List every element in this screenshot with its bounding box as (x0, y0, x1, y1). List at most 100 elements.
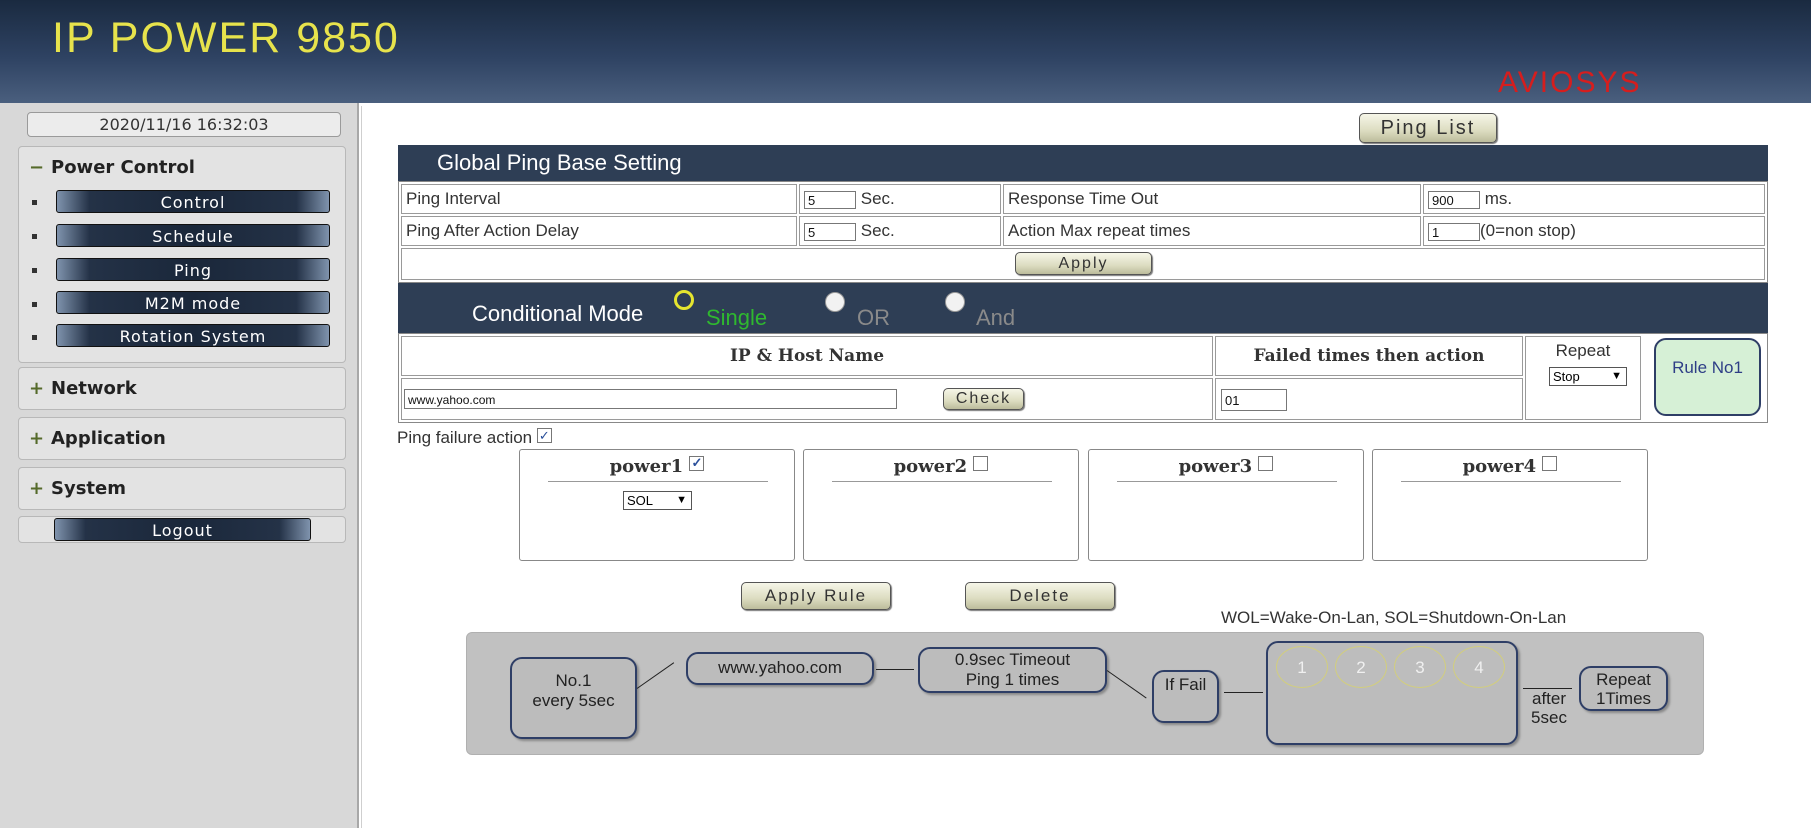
power3-title: power3 (1089, 456, 1363, 477)
diagram-rule-node: No.1 every 5sec (510, 657, 637, 739)
diagram-timeout-line2: Ping 1 times (965, 670, 1060, 689)
outlet-1-icon: 1 (1276, 646, 1328, 688)
max-repeat-input[interactable]: 1 (1428, 222, 1480, 241)
power2-checkbox[interactable] (973, 456, 989, 471)
conditional-mode-bar: Conditional Mode Single OR And (398, 283, 1768, 334)
ping-interval-cell: 5 Sec. (799, 184, 1001, 214)
radio-single[interactable] (674, 290, 694, 310)
diagram-repeat-line1: Repeat (1596, 670, 1651, 689)
ping-list-button[interactable]: Ping List (1359, 113, 1497, 143)
repeat-select-value: Stop (1553, 369, 1580, 384)
power2-title: power2 (804, 456, 1078, 477)
diagram-if-fail-node: If Fail (1152, 670, 1219, 723)
power1-box: power1 ✓ SOL ▼ (519, 449, 795, 561)
sidebar-item-rotation-system[interactable]: Rotation System (56, 324, 330, 347)
sidebar-item-control[interactable]: Control (56, 190, 330, 213)
power4-label: power4 (1462, 456, 1537, 477)
ping-failure-label-text: Ping failure action (397, 428, 533, 447)
repeat-header: Repeat (1555, 341, 1611, 360)
bullet-icon (32, 268, 37, 273)
global-settings-title: Global Ping Base Setting (398, 145, 1768, 181)
power1-title: power1 ✓ (520, 456, 794, 477)
radio-and-label: And (976, 305, 1016, 330)
diagram-rule-line1: No.1 (555, 671, 592, 690)
menu-header-application[interactable]: + Application (29, 428, 166, 449)
response-timeout-unit: ms. (1484, 189, 1513, 208)
menu-header-label: Power Control (51, 157, 195, 178)
diagram-after-label: after 5sec (1529, 689, 1569, 727)
wol-sol-legend: WOL=Wake-On-Lan, SOL=Shutdown-On-Lan (1221, 608, 1567, 627)
diagram-after-line2: 5sec (1531, 708, 1567, 727)
menu-header-label: Network (51, 378, 137, 399)
menu-header-label: System (51, 478, 126, 499)
logout-button[interactable]: Logout (54, 518, 311, 541)
power4-box: power4 (1372, 449, 1648, 561)
radio-or[interactable] (825, 292, 845, 312)
rule-no-badge[interactable]: Rule No1 (1654, 338, 1761, 416)
menu-group-application[interactable]: + Application (18, 417, 346, 460)
radio-or-label: OR (857, 305, 890, 330)
bullet-icon (32, 335, 37, 340)
chevron-down-icon: ▼ (676, 494, 687, 506)
apply-rule-button[interactable]: Apply Rule (741, 582, 891, 610)
power4-checkbox[interactable] (1542, 456, 1558, 471)
power1-action-value: SOL (627, 493, 654, 508)
chevron-down-icon: ▼ (1611, 370, 1622, 382)
expand-icon: + (29, 428, 45, 449)
ping-interval-input[interactable]: 5 (804, 190, 856, 209)
diagram-repeat-line2: 1Times (1595, 689, 1652, 708)
menu-header-system[interactable]: + System (29, 478, 126, 499)
menu-header-power-control[interactable]: − Power Control (29, 157, 195, 178)
conditional-mode-title: Conditional Mode (472, 301, 644, 326)
sidebar-item-ping[interactable]: Ping (56, 258, 330, 281)
max-repeat-cell: 1 (0=non stop) (1423, 216, 1765, 246)
sidebar-item-schedule[interactable]: Schedule (56, 224, 330, 247)
menu-group-system[interactable]: + System (18, 467, 346, 510)
response-timeout-label: Response Time Out (1003, 184, 1421, 214)
after-action-delay-input[interactable]: 5 (804, 222, 856, 241)
app-title: IP POWER 9850 (52, 14, 400, 62)
menu-header-label: Application (51, 428, 166, 449)
power2-box: power2 (803, 449, 1079, 561)
delete-button[interactable]: Delete (965, 582, 1115, 610)
menu-header-network[interactable]: + Network (29, 378, 137, 399)
diagram-repeat-node: Repeat 1Times (1579, 666, 1668, 711)
ping-failure-checkbox[interactable]: ✓ (536, 428, 552, 443)
outlet-4-icon: 4 (1453, 646, 1505, 688)
bullet-icon (32, 200, 37, 205)
connector-line (876, 669, 914, 670)
apply-button[interactable]: Apply (1015, 252, 1152, 275)
power4-title: power4 (1373, 456, 1647, 477)
bullet-icon (32, 302, 37, 307)
power1-action-select[interactable]: SOL ▼ (623, 491, 692, 510)
after-action-delay-cell: 5 Sec. (799, 216, 1001, 246)
after-action-delay-label: Ping After Action Delay (401, 216, 797, 246)
power3-checkbox[interactable] (1258, 456, 1274, 471)
menu-group-network[interactable]: + Network (18, 367, 346, 410)
radio-and[interactable] (945, 292, 965, 312)
sidebar-item-m2m-mode[interactable]: M2M mode (56, 291, 330, 314)
power3-label: power3 (1178, 456, 1253, 477)
response-timeout-input[interactable]: 900 (1428, 190, 1480, 209)
failed-times-input[interactable]: 01 (1221, 389, 1287, 411)
divider (1401, 481, 1621, 482)
after-action-delay-unit: Sec. (860, 221, 895, 240)
max-repeat-label: Action Max repeat times (1003, 216, 1421, 246)
diagram-host-node: www.yahoo.com (686, 652, 874, 685)
divider (1117, 481, 1337, 482)
check-button[interactable]: Check (943, 388, 1024, 410)
divider (548, 481, 768, 482)
ping-interval-label: Ping Interval (401, 184, 797, 214)
power1-checkbox[interactable]: ✓ (689, 456, 705, 471)
repeat-select[interactable]: Stop ▼ (1549, 367, 1627, 386)
brand-logo: AVIOSYS (1498, 66, 1642, 99)
ip-host-input[interactable]: www.yahoo.com (404, 389, 897, 409)
collapse-icon: − (29, 157, 45, 178)
power3-box: power3 (1088, 449, 1364, 561)
power2-label: power2 (893, 456, 968, 477)
diagram-rule-line2: every 5sec (532, 691, 615, 710)
ping-failure-label: Ping failure action ✓ (397, 428, 552, 448)
response-timeout-cell: 900 ms. (1423, 184, 1765, 214)
expand-icon: + (29, 378, 45, 399)
ping-interval-unit: Sec. (860, 189, 895, 208)
